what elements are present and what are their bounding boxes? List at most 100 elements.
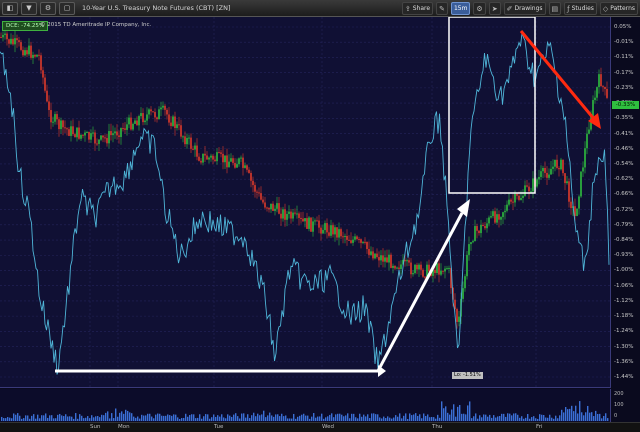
symbol-link-button[interactable]: ◧ (2, 1, 18, 15)
volume-bar (361, 416, 363, 421)
volume-bar (149, 413, 151, 421)
volume-bar (379, 417, 381, 421)
volume-bar (247, 414, 249, 421)
volume-bar (603, 415, 605, 421)
candle-body (480, 224, 482, 234)
candle-body (204, 153, 206, 156)
price-axis[interactable]: 0.05%-0.01%-0.11%-0.17%-0.23%-0.29%-0.35… (611, 17, 640, 387)
volume-pane[interactable] (0, 389, 611, 422)
volume-bar (283, 416, 285, 421)
candle-body (208, 157, 210, 160)
candle-body (418, 264, 420, 270)
candle-body (578, 196, 580, 209)
volume-bar (537, 418, 539, 421)
volume-bar (9, 417, 11, 421)
candle-body (132, 123, 134, 130)
pencil-button[interactable]: ✎ (436, 2, 448, 15)
price-chart-pane[interactable] (0, 16, 611, 388)
candle-body (564, 173, 566, 184)
candle-body (500, 217, 502, 220)
time-axis[interactable]: Sun Mon Tue Wed Thu Fri (0, 422, 640, 432)
candle-body (588, 129, 590, 134)
candle-body (328, 232, 330, 236)
volume-bar (169, 415, 171, 421)
volume-bar (549, 414, 551, 421)
volume-bar (89, 418, 91, 421)
annotation-box (448, 16, 536, 194)
volume-bar (171, 415, 173, 421)
candle-body (284, 209, 286, 220)
volume-bar (307, 415, 309, 421)
layout-button[interactable]: ▢ (59, 1, 75, 15)
price-axis-label: -0.84% (614, 237, 634, 244)
volume-bar (383, 416, 385, 421)
candle-body (74, 134, 76, 138)
chart-type-button[interactable]: ▤ (548, 2, 562, 15)
pencil-icon: ✎ (439, 4, 445, 13)
candle-body (422, 269, 424, 277)
settings-button[interactable]: ⚙ (473, 2, 486, 15)
studies-label: Studies (571, 5, 594, 12)
volume-bar (385, 418, 387, 421)
volume-bar (425, 415, 427, 421)
annotation-red-arrow (519, 30, 596, 120)
volume-bar (249, 418, 251, 421)
volume-bar (395, 415, 397, 421)
candle-body (562, 159, 564, 174)
volume-bar (199, 414, 201, 421)
candle-body (386, 257, 388, 263)
volume-axis: 200 100 0 (611, 389, 640, 422)
patterns-button[interactable]: ◇ Patterns (599, 2, 638, 15)
volume-bar (523, 418, 525, 421)
candle-body (94, 132, 96, 144)
volume-bar (1, 416, 3, 421)
candle-body (130, 117, 132, 130)
candle-body (30, 45, 32, 58)
volume-bar (261, 414, 263, 421)
volume-bar (567, 409, 569, 421)
candle-body (570, 201, 572, 209)
candle-body (388, 254, 390, 263)
volume-bar (319, 416, 321, 421)
candle-body (142, 113, 144, 123)
share-button[interactable]: ⇪ Share (401, 2, 434, 15)
studies-button[interactable]: ƒ Studies (564, 2, 597, 15)
candle-body (58, 119, 60, 130)
candle-body (378, 257, 380, 261)
volume-bar (345, 415, 347, 421)
candle-body (308, 217, 310, 229)
candle-body (276, 203, 278, 209)
chart-settings-button[interactable]: ⚙ (40, 1, 56, 15)
volume-bar (243, 413, 245, 421)
volume-axis-label-200: 200 (614, 391, 624, 397)
volume-bar (339, 413, 341, 421)
volume-bar (167, 414, 169, 421)
candle-body (394, 265, 396, 269)
volume-bar (403, 415, 405, 421)
candle-body (444, 268, 446, 272)
symbol-dropdown-button[interactable]: ▼ (21, 1, 37, 15)
volume-bar (325, 417, 327, 421)
volume-bar (189, 415, 191, 421)
volume-bar (513, 413, 515, 421)
candle-body (98, 139, 100, 144)
low-value-tag: Lo: -1.51% (452, 372, 483, 379)
candle-body (424, 276, 426, 278)
volume-bar (429, 417, 431, 421)
candle-body (244, 165, 246, 168)
candle-body (118, 135, 120, 137)
candle-body (408, 260, 410, 263)
volume-bar (13, 413, 15, 421)
cursor-button[interactable]: ➤ (488, 2, 501, 15)
instrument-title: 10-Year U.S. Treasury Note Futures (CBT)… (82, 4, 231, 12)
price-axis-label: -0.72% (614, 206, 634, 213)
volume-bar (263, 410, 265, 421)
volume-bar (157, 413, 159, 421)
drawings-button[interactable]: ✐ Drawings (503, 2, 546, 15)
candle-body (470, 242, 472, 245)
candle-body (358, 239, 360, 241)
candle-body (124, 128, 126, 130)
volume-svg (1, 401, 609, 421)
volume-bar (505, 416, 507, 421)
timeframe-button[interactable]: 15m (450, 2, 471, 15)
